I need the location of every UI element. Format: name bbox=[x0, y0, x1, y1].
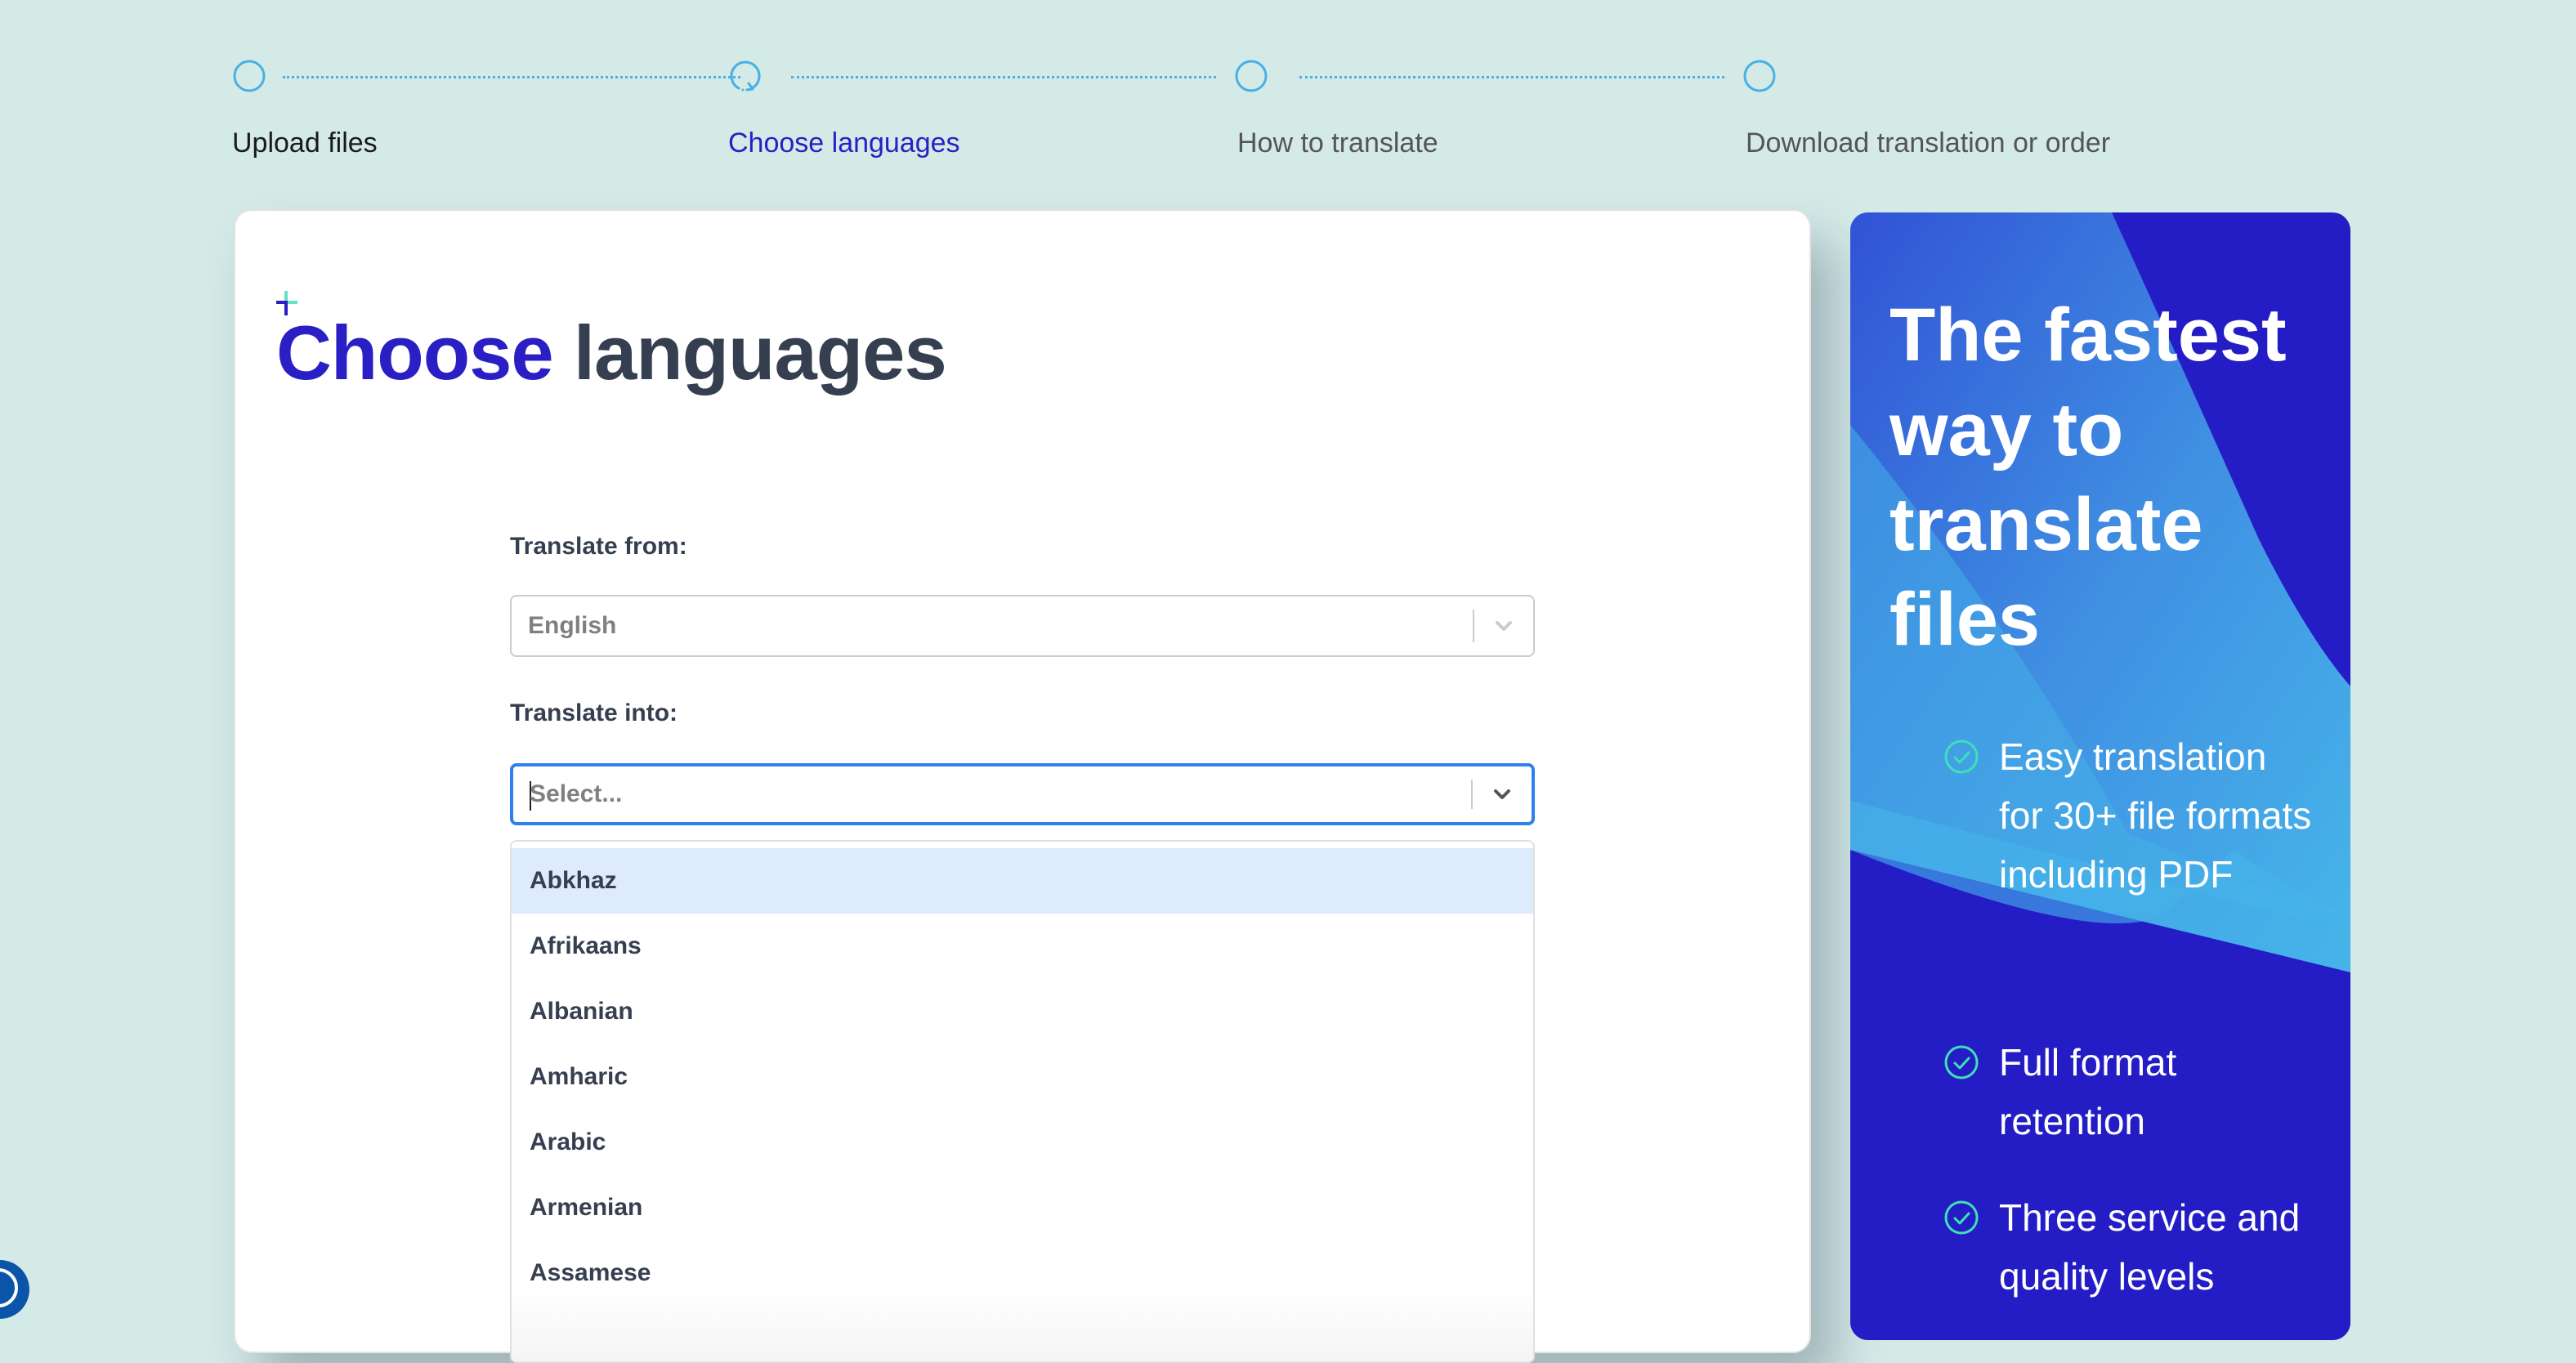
benefit-item: Full format retention bbox=[1943, 1033, 2319, 1151]
option-assamese[interactable]: Assamese bbox=[512, 1240, 1533, 1306]
step-label-download: Download translation or order bbox=[1746, 127, 2111, 159]
language-selection-card: Choose languages Translate from: English… bbox=[234, 209, 1811, 1363]
benefit-item: Easy translation for 30+ file formats in… bbox=[1943, 727, 2319, 904]
language-dropdown-menu: Abkhaz Afrikaans Albanian Amharic Arabic… bbox=[510, 840, 1535, 1363]
translate-into-placeholder[interactable]: Select... bbox=[530, 780, 622, 808]
chevron-down-icon[interactable] bbox=[1487, 780, 1517, 809]
step-connector bbox=[1299, 76, 1724, 78]
benefit-text: Easy translation for 30+ file formats in… bbox=[1999, 735, 2312, 896]
help-button[interactable] bbox=[0, 1260, 29, 1319]
page-title-rest: languages bbox=[573, 310, 947, 395]
page-title-accent: Choose bbox=[276, 310, 554, 395]
option-afrikaans[interactable]: Afrikaans bbox=[512, 914, 1533, 979]
option-armenian[interactable]: Armenian bbox=[512, 1175, 1533, 1240]
benefit-text: Full format retention bbox=[1999, 1041, 2177, 1142]
step-label-choose-languages[interactable]: Choose languages bbox=[728, 127, 960, 159]
option-albanian[interactable]: Albanian bbox=[512, 979, 1533, 1044]
promo-title: The fastest way to translate files bbox=[1890, 293, 2287, 661]
page-title: Choose languages bbox=[276, 309, 947, 397]
step-3-circle-icon bbox=[1234, 59, 1268, 93]
translate-into-select[interactable]: Select... bbox=[510, 763, 1535, 825]
translate-into-label: Translate into: bbox=[510, 699, 678, 726]
select-separator bbox=[1473, 610, 1474, 642]
step-connector bbox=[791, 76, 1216, 78]
translate-from-value: English bbox=[528, 612, 617, 639]
check-circle-icon bbox=[1944, 1045, 1979, 1079]
promo-panel: The fastest way to translate files Easy … bbox=[1850, 212, 2350, 1340]
check-circle-icon bbox=[1944, 1200, 1979, 1235]
step-1-circle-icon bbox=[232, 59, 266, 93]
step-2-in-progress-icon bbox=[727, 59, 762, 93]
check-circle-icon bbox=[1944, 740, 1979, 774]
translate-from-select[interactable]: English bbox=[510, 595, 1535, 657]
translate-from-label: Translate from: bbox=[510, 533, 687, 560]
step-label-how-to-translate: How to translate bbox=[1237, 127, 1438, 159]
benefit-text: Three service and quality levels bbox=[1999, 1196, 2301, 1298]
step-4-circle-icon bbox=[1742, 59, 1777, 93]
progress-stepper: Upload files Choose languages How to tra… bbox=[232, 57, 2194, 172]
chevron-down-icon[interactable] bbox=[1489, 611, 1518, 641]
option-amharic[interactable]: Amharic bbox=[512, 1044, 1533, 1110]
option-arabic[interactable]: Arabic bbox=[512, 1110, 1533, 1175]
step-label-upload-files[interactable]: Upload files bbox=[232, 127, 378, 159]
option-abkhaz[interactable]: Abkhaz bbox=[512, 848, 1533, 914]
step-connector bbox=[283, 76, 740, 78]
select-separator bbox=[1471, 780, 1473, 809]
benefit-item: Three service and quality levels bbox=[1943, 1188, 2319, 1306]
